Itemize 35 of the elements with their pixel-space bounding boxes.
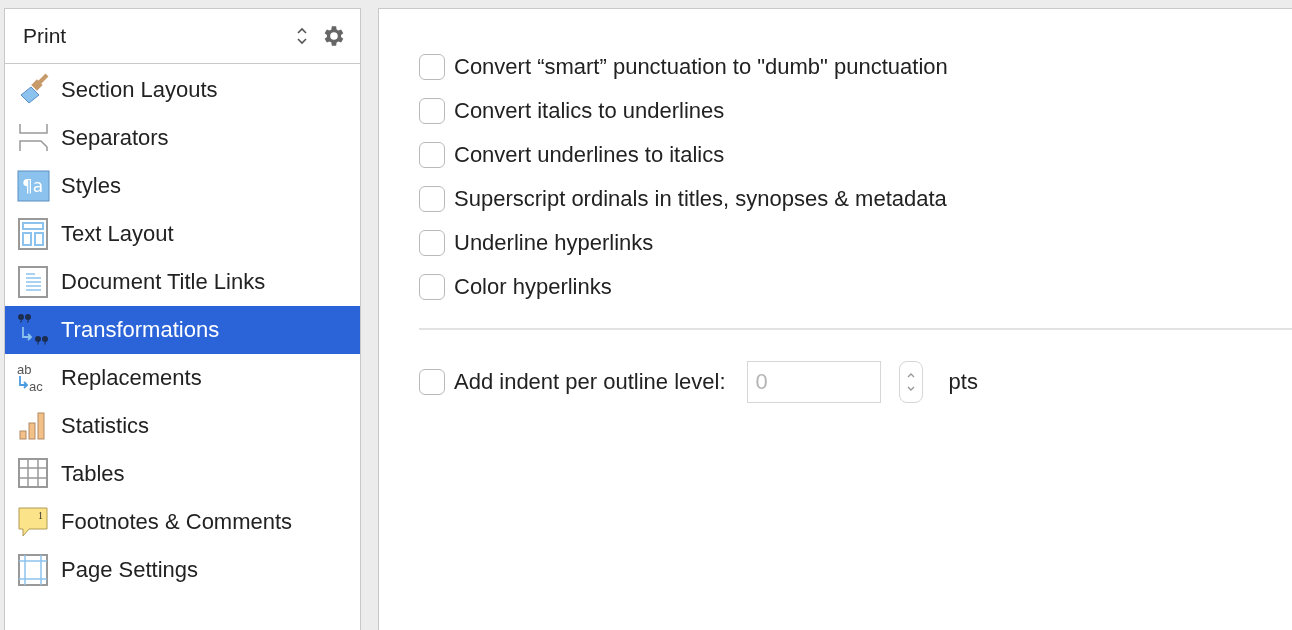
quotes-arrow-icon [17, 313, 51, 347]
option-label: Superscript ordinals in titles, synopses & metadata [454, 186, 947, 212]
page-grid-icon [17, 553, 51, 587]
checkbox[interactable] [419, 98, 445, 124]
checkbox[interactable] [419, 274, 445, 300]
unit-label: pts [948, 369, 978, 395]
stepper[interactable] [898, 361, 923, 403]
option-label: Convert underlines to italics [454, 142, 725, 168]
option-label: Convert “smart” punctuation to "dumb" punctuation [454, 54, 948, 80]
checkbox[interactable] [419, 186, 445, 212]
sidebar-item[interactable]: Tables [5, 450, 360, 498]
sidebar-item[interactable]: ab ac Replacements [5, 354, 360, 402]
sidebar-item[interactable]: Text Layout [5, 210, 360, 258]
option-label: Add indent per outline level: [454, 369, 726, 395]
checkbox[interactable] [419, 142, 445, 168]
chevron-updown-icon [296, 26, 308, 46]
option-label: Underline hyperlinks [454, 230, 654, 256]
sidebar-item[interactable]: 1 Footnotes & Comments [5, 498, 360, 546]
sidebar-item[interactable]: Statistics [5, 402, 360, 450]
sidebar-item[interactable]: Page Settings [5, 546, 360, 594]
styles-icon: ¶a [17, 169, 51, 203]
comment-icon: 1 [17, 505, 51, 539]
option-label: Color hyperlinks [454, 274, 612, 300]
option-label: Convert italics to underlines [454, 98, 725, 124]
layout-icon [17, 217, 51, 251]
sidebar-item[interactable]: Transformations [5, 306, 360, 354]
checkbox[interactable] [419, 54, 445, 80]
checkbox[interactable] [419, 230, 445, 256]
sidebar-item[interactable]: Document Title Links [5, 258, 360, 306]
document-icon [17, 265, 51, 299]
sidebar-item[interactable]: Separators [5, 114, 360, 162]
format-selector[interactable]: Print [23, 24, 308, 48]
sidebar-item[interactable]: ¶a Styles [5, 162, 360, 210]
table-icon [17, 457, 51, 491]
sidebar-item[interactable]: Section Layouts [5, 66, 360, 114]
